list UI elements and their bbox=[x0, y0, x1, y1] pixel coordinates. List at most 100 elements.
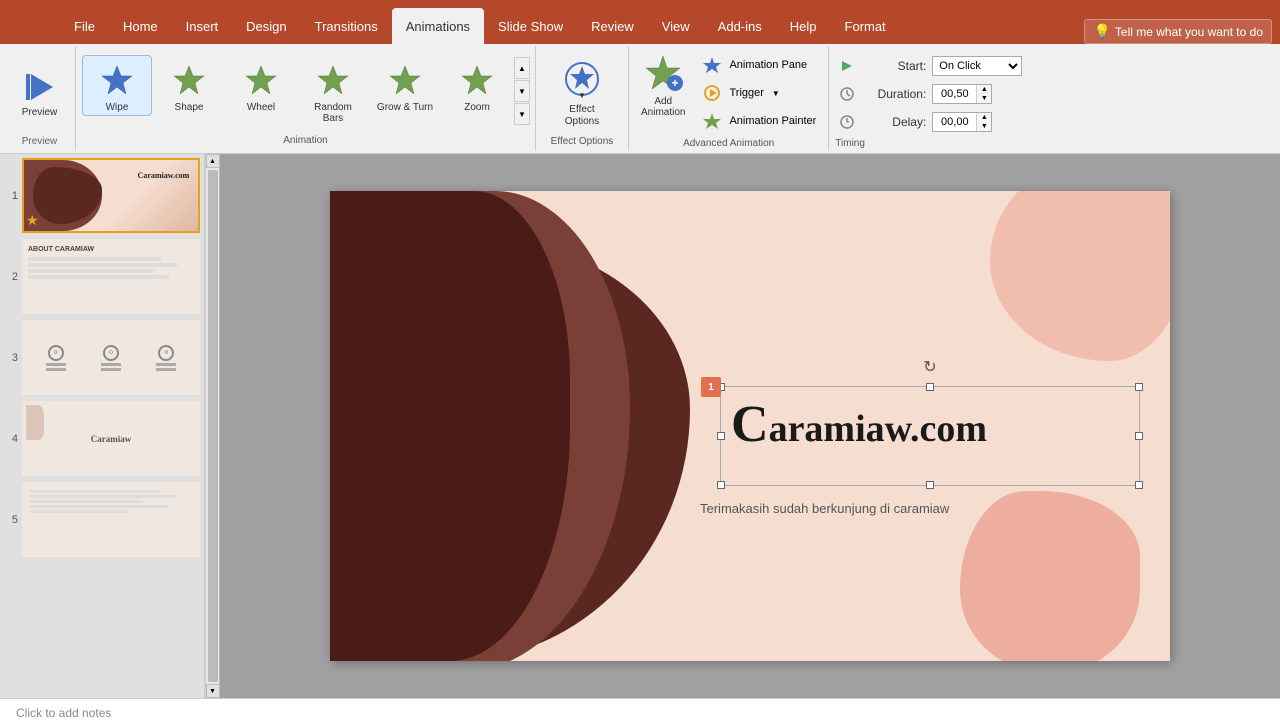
tell-me-button[interactable]: 💡 Tell me what you want to do bbox=[1084, 19, 1272, 44]
tab-addins[interactable]: Add-ins bbox=[704, 8, 776, 44]
animation-shape[interactable]: Shape bbox=[154, 55, 224, 116]
duration-spinner[interactable]: 00,50 ▲ ▼ bbox=[932, 84, 992, 104]
tab-home[interactable]: Home bbox=[109, 8, 172, 44]
animation-wipe[interactable]: Wipe bbox=[82, 55, 152, 116]
effect-options-group-label: Effect Options bbox=[551, 132, 614, 147]
delay-increment[interactable]: ▲ bbox=[977, 113, 991, 122]
add-animation-label: AddAnimation bbox=[641, 96, 685, 118]
delay-decrement[interactable]: ▼ bbox=[977, 122, 991, 131]
trigger-icon bbox=[701, 82, 723, 104]
slide-animation-star-1: ★ bbox=[26, 212, 39, 229]
scroll-down-slide-button[interactable]: ▼ bbox=[206, 684, 220, 698]
animation-random-bars[interactable]: Random Bars bbox=[298, 55, 368, 127]
wheel-label: Wheel bbox=[247, 102, 275, 113]
duration-increment[interactable]: ▲ bbox=[977, 85, 991, 94]
animation-grow-turn[interactable]: Grow & Turn bbox=[370, 55, 440, 116]
preview-button[interactable]: Preview bbox=[12, 63, 68, 122]
slide-number-2: 2 bbox=[4, 271, 18, 283]
timing-group: Start: On Click Duration: 00,50 ▲ bbox=[829, 46, 1032, 151]
animation-scroll-buttons: ▲ ▼ ▼ bbox=[514, 57, 530, 125]
notes-bar[interactable]: Click to add notes bbox=[0, 698, 1280, 726]
duration-spinner-buttons: ▲ ▼ bbox=[976, 85, 991, 103]
scroll-down-button[interactable]: ▼ bbox=[514, 80, 530, 102]
tab-transitions[interactable]: Transitions bbox=[301, 8, 392, 44]
effect-options-button[interactable]: ▼ EffectOptions bbox=[542, 50, 622, 132]
trigger-dropdown-icon: ▼ bbox=[772, 89, 780, 98]
effect-options-icon: ▼ bbox=[557, 54, 607, 104]
tab-view[interactable]: View bbox=[648, 8, 704, 44]
shape-label: Shape bbox=[175, 102, 204, 113]
wheel-icon bbox=[241, 60, 281, 100]
slide-panel-scrollbar: ▲ ▼ bbox=[205, 154, 219, 698]
animation-group: Wipe Shape bbox=[76, 46, 536, 151]
zoom-icon bbox=[457, 60, 497, 100]
slide-thumbnail-4[interactable]: Caramiaw bbox=[22, 401, 200, 476]
slide-thumb-row-3: 3 ○ ○ bbox=[4, 320, 200, 395]
animation-items-container: Wipe Shape bbox=[80, 51, 514, 131]
duration-decrement[interactable]: ▼ bbox=[977, 94, 991, 103]
scroll-up-slide-button[interactable]: ▲ bbox=[206, 154, 220, 168]
animation-painter-label: Animation Painter bbox=[729, 115, 816, 127]
rotate-handle[interactable]: ↻ bbox=[920, 357, 940, 377]
animation-wheel[interactable]: Wheel bbox=[226, 55, 296, 116]
start-select[interactable]: On Click bbox=[932, 56, 1022, 76]
timing-duration-row: Duration: 00,50 ▲ ▼ bbox=[839, 82, 1022, 106]
add-animation-button[interactable]: + AddAnimation bbox=[635, 50, 691, 120]
timing-delay-row: Delay: 00,00 ▲ ▼ bbox=[839, 110, 1022, 134]
animation-painter-button[interactable]: Animation Painter bbox=[695, 108, 822, 134]
main-slide-text[interactable]: Caramiaw.com bbox=[721, 387, 1139, 458]
animation-group-label: Animation bbox=[80, 131, 531, 146]
delay-icon bbox=[839, 114, 855, 130]
tab-review[interactable]: Review bbox=[577, 8, 648, 44]
slide-thumb-row-5: 5 bbox=[4, 482, 200, 557]
tab-file[interactable]: File bbox=[60, 8, 109, 44]
slide-thumb-row-1: 1 Caramiaw.com ★ bbox=[4, 158, 200, 233]
handle-bottom-middle[interactable] bbox=[926, 481, 934, 489]
start-icon bbox=[839, 58, 855, 74]
tab-animations[interactable]: Animations bbox=[392, 8, 484, 44]
animation-pane-label: Animation Pane bbox=[729, 59, 807, 71]
scroll-thumb-slide bbox=[208, 170, 218, 682]
trigger-button[interactable]: Trigger ▼ bbox=[695, 80, 822, 106]
scroll-more-button[interactable]: ▼ bbox=[514, 103, 530, 125]
slide-thumb-row-2: 2 ABOUT CARAMIAW bbox=[4, 239, 200, 314]
start-label: Start: bbox=[861, 59, 926, 73]
animation-painter-icon bbox=[701, 110, 723, 132]
random-bars-label: Random Bars bbox=[303, 102, 363, 124]
slide-thumbnail-1[interactable]: Caramiaw.com ★ bbox=[22, 158, 200, 233]
notes-placeholder: Click to add notes bbox=[16, 706, 111, 720]
subtitle-text: Terimakasih sudah berkunjung di caramiaw bbox=[700, 501, 949, 516]
grow-turn-label: Grow & Turn bbox=[377, 102, 433, 113]
handle-bottom-left[interactable] bbox=[717, 481, 725, 489]
selected-textbox[interactable]: ↻ 1 Caramiaw.com bbox=[720, 386, 1140, 486]
scroll-up-button[interactable]: ▲ bbox=[514, 57, 530, 79]
slide-number-3: 3 bbox=[4, 352, 18, 364]
advanced-animation-group: + AddAnimation A bbox=[629, 46, 829, 151]
slide-number-1: 1 bbox=[4, 190, 18, 202]
preview-group-label: Preview bbox=[22, 134, 58, 147]
slide-thumbnail-5[interactable] bbox=[22, 482, 200, 557]
lightbulb-icon: 💡 bbox=[1093, 23, 1110, 40]
zoom-label: Zoom bbox=[464, 102, 490, 113]
duration-value: 00,50 bbox=[933, 88, 976, 100]
tab-format[interactable]: Format bbox=[831, 8, 900, 44]
effect-options-label: EffectOptions bbox=[565, 104, 599, 128]
slide-canvas[interactable]: ↻ 1 Caramiaw.com bbox=[330, 191, 1170, 661]
animation-pane-button[interactable]: Animation Pane bbox=[695, 52, 822, 78]
tab-help[interactable]: Help bbox=[776, 8, 831, 44]
delay-spinner-buttons: ▲ ▼ bbox=[976, 113, 991, 131]
animation-zoom[interactable]: Zoom bbox=[442, 55, 512, 116]
slide-thumbnail-3[interactable]: ○ ○ ○ bbox=[22, 320, 200, 395]
tab-slideshow[interactable]: Slide Show bbox=[484, 8, 577, 44]
duration-label: Duration: bbox=[861, 87, 926, 101]
slide-thumbnail-2[interactable]: ABOUT CARAMIAW bbox=[22, 239, 200, 314]
handle-bottom-right[interactable] bbox=[1135, 481, 1143, 489]
animation-badge: 1 bbox=[701, 377, 721, 397]
effect-options-group: ▼ EffectOptions Effect Options bbox=[536, 46, 629, 151]
tab-design[interactable]: Design bbox=[232, 8, 300, 44]
wipe-label: Wipe bbox=[106, 102, 129, 113]
delay-value: 00,00 bbox=[933, 116, 976, 128]
tab-insert[interactable]: Insert bbox=[172, 8, 233, 44]
delay-spinner[interactable]: 00,00 ▲ ▼ bbox=[932, 112, 992, 132]
background-shape-dark2 bbox=[330, 191, 570, 661]
